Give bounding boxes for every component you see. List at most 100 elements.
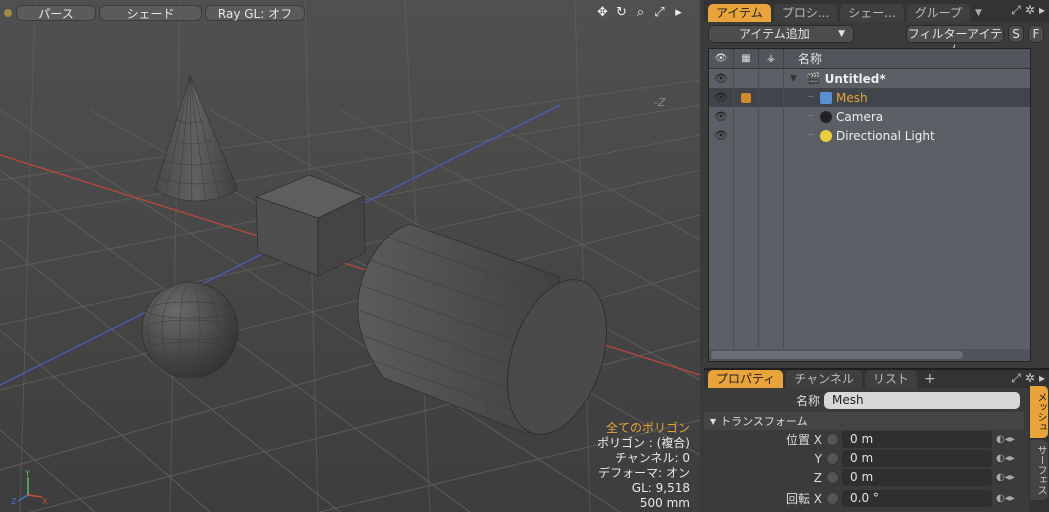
tree-header: 👁 ▦ ⚶ 名称	[709, 48, 1030, 69]
items-tabbar: アイテム プロシ... シェー... グループ ▼ ⤢ ✲ ▸	[704, 0, 1049, 22]
settings-icon[interactable]: ✲	[1025, 371, 1035, 386]
position-y-row: Y 0 m ◐◂▸	[704, 449, 1049, 468]
item-tree[interactable]: 👁 ▦ ⚶ 名称 👁 ▼ 🎬 Untitled* 👁 ┄ Mesh 👁 ┄ Ca…	[708, 48, 1031, 362]
cylinder-mesh	[357, 223, 607, 435]
position-z-field[interactable]: 0 m	[842, 469, 992, 486]
name-column-header[interactable]: 名称	[784, 50, 822, 67]
camera-icon	[820, 110, 833, 123]
cube-mesh	[254, 174, 366, 277]
shade-button[interactable]: シェード	[99, 5, 202, 21]
keyframe-button[interactable]	[826, 492, 839, 505]
right-panels: アイテム プロシ... シェー... グループ ▼ ⤢ ✲ ▸ アイテム追加 ▼…	[704, 0, 1049, 512]
perspective-button[interactable]: パース	[16, 5, 96, 21]
rotation-x-field[interactable]: 0.0 °	[842, 490, 992, 507]
side-tab-surface[interactable]: サーフェス	[1030, 440, 1048, 500]
render-column-icon[interactable]: ⚶	[759, 48, 784, 69]
scene-clapboard-icon: 🎬	[806, 72, 821, 85]
position-y-label: Y	[814, 451, 822, 466]
item-list-panel: アイテム追加 ▼ フィルターアイテム S F 👁 ▦ ⚶ 名称 👁	[704, 22, 1049, 368]
filter-items-button[interactable]: フィルターアイテム	[906, 25, 1004, 57]
viewport-menu-arrow-icon[interactable]: ▸	[671, 5, 686, 20]
viewport-nav-icons: ✥ ↻ ⌕ ⤢ ▸	[595, 5, 686, 20]
chevron-down-icon: ▼	[838, 29, 845, 39]
name-row: 名称 Mesh	[704, 391, 1049, 410]
tab-procedural[interactable]: プロシ...	[773, 4, 838, 22]
properties-tabbar: プロパティ チャンネル リスト + ⤢ ✲ ▸	[704, 370, 1049, 388]
property-side-tabs: メッシュ サーフェス	[1029, 386, 1049, 512]
link-icon[interactable]: ◐◂▸	[996, 493, 1015, 504]
f-button[interactable]: F	[1028, 25, 1044, 43]
gizmo-z-label: Z	[11, 497, 17, 506]
keyframe-button[interactable]	[826, 452, 839, 465]
tabs-dropdown-icon[interactable]: ▼	[975, 4, 982, 22]
keyframe-button[interactable]	[826, 433, 839, 446]
link-icon[interactable]: ◐◂▸	[996, 434, 1015, 445]
tab-properties[interactable]: プロパティ	[708, 370, 784, 388]
maximize-panel-icon[interactable]: ⤢	[1011, 371, 1021, 386]
3d-viewport[interactable]: パース シェード Ray GL: オフ ✥ ↻ ⌕ ⤢ ▸ -Z 全てのポリゴン…	[0, 0, 700, 512]
maximize-icon[interactable]: ⤢	[652, 5, 667, 20]
lock-column-icon[interactable]: ▦	[734, 48, 759, 69]
gizmo-x-label: X	[42, 497, 48, 506]
tree-item-label: Untitled*	[824, 71, 886, 86]
stats-gl: GL: 9,518	[631, 481, 690, 495]
position-z-row: Z 0 m ◐◂▸	[704, 468, 1049, 487]
transform-section-title: トランスフォーム	[720, 415, 808, 428]
position-y-field[interactable]: 0 m	[842, 450, 992, 467]
stats-title: 全てのポリゴン	[605, 421, 690, 435]
tab-groups[interactable]: グループ	[906, 4, 970, 22]
pan-icon[interactable]: ✥	[595, 5, 610, 20]
cone-mesh	[154, 75, 239, 205]
axis-direction-label: -Z	[654, 96, 666, 109]
link-icon[interactable]: ◐◂▸	[996, 472, 1015, 483]
add-tab-icon[interactable]: +	[920, 370, 940, 388]
name-field[interactable]: Mesh	[824, 392, 1020, 409]
keyframe-button[interactable]	[826, 471, 839, 484]
scrollbar-thumb[interactable]	[711, 351, 963, 359]
s-button[interactable]: S	[1008, 25, 1024, 43]
tree-item-label: Camera	[836, 109, 884, 124]
maximize-panel-icon[interactable]: ⤢	[1011, 3, 1021, 18]
light-icon	[820, 129, 833, 142]
panel-menu-icon[interactable]: ▸	[1039, 371, 1045, 386]
viewport-menu-icon[interactable]	[4, 9, 12, 17]
position-x-row: 位置 X 0 m ◐◂▸	[704, 430, 1049, 449]
raygl-button[interactable]: Ray GL: オフ	[205, 5, 305, 21]
properties-panel: プロパティ チャンネル リスト + ⤢ ✲ ▸ 名称 Mesh ▼ トランスフォ…	[704, 370, 1049, 512]
stats-scale: 500 mm	[639, 496, 690, 510]
scene-canvas[interactable]	[0, 0, 700, 512]
tab-shader[interactable]: シェー...	[840, 4, 904, 22]
rotation-x-row: 回転 X 0.0 ° ◐◂▸	[704, 489, 1049, 508]
tab-list[interactable]: リスト	[864, 370, 917, 388]
sphere-mesh	[141, 281, 239, 379]
stats-deformers: デフォーマ: オン	[598, 466, 690, 480]
side-tab-mesh[interactable]: メッシュ	[1030, 386, 1048, 438]
position-x-field[interactable]: 0 m	[842, 431, 992, 448]
panel-menu-icon[interactable]: ▸	[1039, 3, 1045, 18]
gizmo-y-label: Y	[24, 469, 30, 478]
stats-channels: チャンネル: 0	[614, 451, 690, 465]
settings-icon[interactable]: ✲	[1025, 3, 1035, 18]
visibility-column-icon[interactable]: 👁	[709, 48, 734, 69]
viewport-stats: 全てのポリゴン ポリゴン : (複合) チャンネル: 0 デフォーマ: オン G…	[597, 421, 690, 511]
tree-scrollbar[interactable]	[709, 349, 1030, 361]
mesh-icon	[820, 91, 833, 104]
stats-polygons: ポリゴン : (複合)	[596, 436, 690, 450]
position-x-label: 位置 X	[785, 433, 822, 447]
expand-arrow-icon[interactable]: ▼	[790, 74, 797, 84]
tree-item-label: Mesh	[836, 90, 868, 105]
rotation-x-label: 回転 X	[785, 492, 822, 506]
name-label: 名称	[795, 394, 820, 408]
item-list-toolbar: アイテム追加 ▼ フィルターアイテム S F	[704, 22, 1049, 57]
rotate-icon[interactable]: ↻	[614, 5, 629, 20]
tab-items[interactable]: アイテム	[708, 4, 771, 22]
zoom-icon[interactable]: ⌕	[633, 5, 648, 20]
axis-gizmo: Y X Z	[11, 469, 48, 506]
position-z-label: Z	[813, 470, 822, 485]
collapse-arrow-icon: ▼	[710, 416, 717, 426]
transform-section-header[interactable]: ▼ トランスフォーム	[704, 412, 1024, 430]
tree-item-label: Directional Light	[836, 128, 935, 143]
tab-channels[interactable]: チャンネル	[786, 370, 862, 388]
link-icon[interactable]: ◐◂▸	[996, 453, 1015, 464]
add-item-dropdown[interactable]: アイテム追加 ▼	[708, 25, 854, 43]
